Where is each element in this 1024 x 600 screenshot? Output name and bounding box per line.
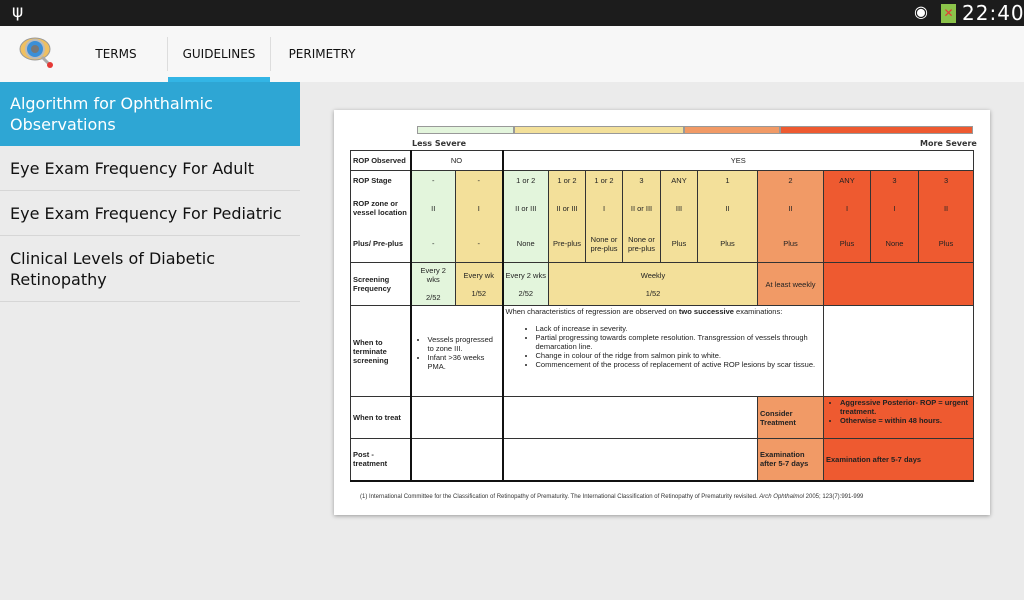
screening-cell: Weekly 1/52 xyxy=(548,262,758,306)
row-label: When to terminate screening xyxy=(350,305,412,397)
sidebar-item-algorithm[interactable]: Algorithm for Ophthalmic Observations xyxy=(0,82,300,146)
plus-cell: Plus xyxy=(917,225,975,263)
zone-cell: I xyxy=(585,190,623,226)
stage-cell: ANY xyxy=(660,170,698,191)
row-label: ROP Observed xyxy=(350,150,412,171)
app-header: TERMS GUIDELINES PERIMETRY xyxy=(0,26,1024,82)
usb-icon: ψ xyxy=(12,2,24,22)
stage-cell: ANY xyxy=(823,170,871,191)
empty-cell xyxy=(410,396,504,439)
zone-cell: II xyxy=(757,190,824,226)
empty-cell xyxy=(502,438,758,481)
plus-cell: Pre-plus xyxy=(548,225,586,263)
stage-cell: 1 or 2 xyxy=(585,170,623,191)
post-red-cell: Examination after 5-7 days xyxy=(822,438,975,481)
tab-guidelines[interactable]: GUIDELINES xyxy=(168,26,270,82)
rop-table: ROP Observed NO YES ROP Stage - -1 or 21 o… xyxy=(350,150,975,482)
zone-cell: II or III xyxy=(548,190,586,226)
stage-cell: 1 xyxy=(697,170,758,191)
no-header: NO xyxy=(410,150,504,171)
empty-cell xyxy=(502,396,758,439)
zone-cell: III xyxy=(660,190,698,226)
clock: 22:40 xyxy=(962,1,1024,25)
row-label: Plus/ Pre-plus xyxy=(350,225,412,263)
severity-bar-yellow xyxy=(514,126,684,134)
plus-cell: Plus xyxy=(697,225,758,263)
plus-cell: Plus xyxy=(757,225,824,263)
tab-perimetry[interactable]: PERIMETRY xyxy=(280,26,364,82)
row-label: When to treat xyxy=(350,396,412,439)
sidebar: Algorithm for Ophthalmic Observations Ey… xyxy=(0,82,300,302)
screening-cell: Every 2 wks 2/52 xyxy=(502,262,549,306)
screening-cell: At least weekly xyxy=(757,262,824,306)
row-label: ROP zone or vessel location xyxy=(350,190,412,226)
empty-cell xyxy=(410,438,504,481)
plus-cell: Plus xyxy=(823,225,871,263)
stage-cell: 3 xyxy=(622,170,661,191)
more-severe-label: More Severe xyxy=(920,139,977,148)
terminate-no-cell: Vessels progressed to zone III.Infant >3… xyxy=(410,305,504,397)
zone-cell: I xyxy=(823,190,871,226)
status-bar: ψ ◉ ✕ 22:40 xyxy=(0,0,1024,26)
treat-red-cell: Aggressive Posterior- ROP = urgent treat… xyxy=(822,396,975,439)
battery-icon: ✕ xyxy=(941,4,956,23)
stage-cell: 3 xyxy=(870,170,919,191)
plus-cell: None xyxy=(502,225,549,263)
plus-cell: None xyxy=(870,225,919,263)
less-severe-label: Less Severe xyxy=(412,139,467,148)
screening-cell: Every 2 wks 2/52 xyxy=(410,262,456,306)
stage-cell: - xyxy=(455,170,504,191)
zone-cell: II xyxy=(410,190,456,226)
screening-cell xyxy=(822,262,975,306)
zone-cell: I xyxy=(870,190,919,226)
sidebar-item-pediatric[interactable]: Eye Exam Frequency For Pediatric xyxy=(0,191,300,236)
tab-divider xyxy=(270,37,271,71)
severity-bar-green xyxy=(417,126,514,134)
severity-bar-red xyxy=(780,126,973,134)
plus-cell: - xyxy=(410,225,456,263)
zone-cell: II or III xyxy=(502,190,549,226)
stage-cell: 1 or 2 xyxy=(502,170,549,191)
zone-cell: I xyxy=(455,190,504,226)
severity-bar-orange xyxy=(684,126,780,134)
tab-terms[interactable]: TERMS xyxy=(80,26,152,82)
post-orange-cell: Examination after 5-7 days xyxy=(757,438,824,481)
terminate-yes-cell: When characteristics of regression are o… xyxy=(502,305,824,397)
stage-cell: 2 xyxy=(757,170,824,191)
footnote: (1) International Committee for the Clas… xyxy=(360,494,864,500)
guideline-document: Less Severe More Severe ROP Observed NO … xyxy=(334,110,990,515)
zone-cell: II xyxy=(917,190,975,226)
screening-cell: Every wk 1/52 xyxy=(455,262,504,306)
wifi-icon: ◉ xyxy=(914,2,928,21)
zone-cell: II xyxy=(697,190,758,226)
treat-orange-cell: Consider Treatment xyxy=(757,396,824,439)
plus-cell: None or pre-plus xyxy=(585,225,623,263)
plus-cell: None or pre-plus xyxy=(622,225,661,263)
terminate-empty-cell xyxy=(822,305,975,397)
sidebar-item-diabetic[interactable]: Clinical Levels of Diabetic Retinopathy xyxy=(0,236,300,302)
row-label: ROP Stage xyxy=(350,170,412,191)
plus-cell: Plus xyxy=(660,225,698,263)
row-label: Screening Frequency xyxy=(350,262,412,306)
zone-cell: II or III xyxy=(622,190,661,226)
stage-cell: - xyxy=(410,170,456,191)
yes-header: YES xyxy=(501,150,975,171)
plus-cell: - xyxy=(455,225,504,263)
app-logo-eye-icon[interactable] xyxy=(18,35,56,69)
sidebar-item-adult[interactable]: Eye Exam Frequency For Adult xyxy=(0,146,300,191)
stage-cell: 1 or 2 xyxy=(548,170,586,191)
stage-cell: 3 xyxy=(917,170,975,191)
row-label: Post - treatment xyxy=(350,438,412,481)
